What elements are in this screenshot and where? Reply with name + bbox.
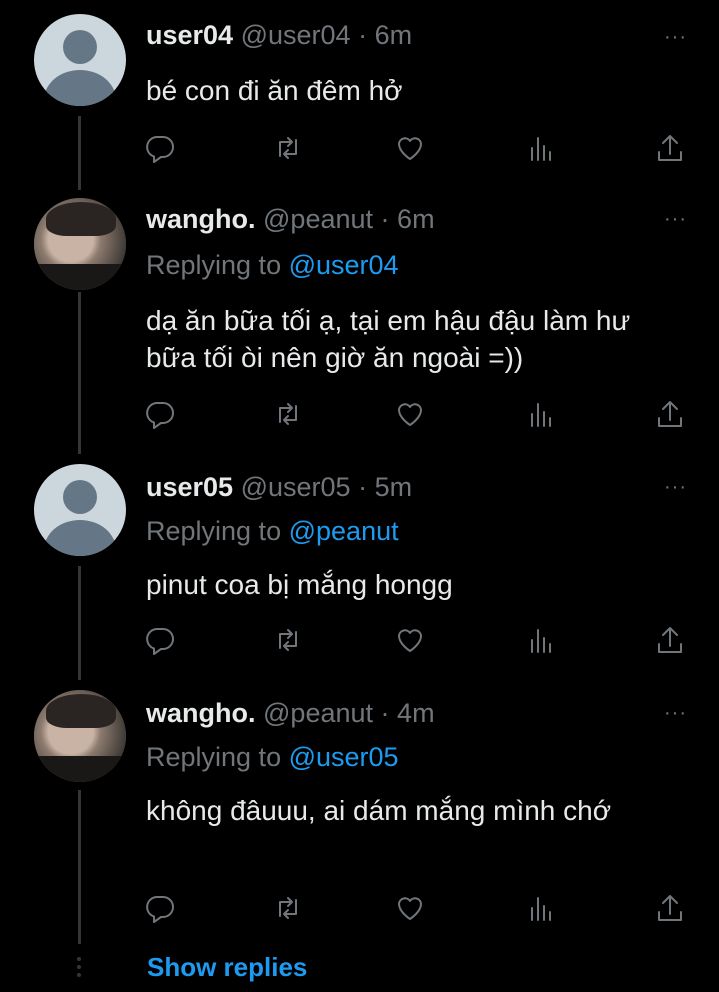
action-bar: [140, 892, 700, 924]
more-options-icon[interactable]: ···: [664, 702, 687, 725]
tweet-text: bé con đi ăn đêm hở: [146, 75, 403, 106]
tweet-text: không đâuuu, ai dám mắng mình chớ: [146, 795, 612, 826]
retweet-icon[interactable]: [272, 624, 306, 656]
share-icon[interactable]: [654, 132, 688, 164]
replying-prefix: Replying to: [146, 742, 282, 772]
separator-dot: ·: [358, 20, 368, 50]
tweet-text: dạ ăn bữa tối ạ, tại em hậu đậu làm hư b…: [146, 305, 631, 373]
tweet-text: pinut coa bị mắng hongg: [146, 569, 453, 600]
more-options-icon[interactable]: ···: [664, 208, 687, 231]
reply-icon[interactable]: [144, 892, 178, 924]
tweet-header: wangho. @peanut · 4m: [146, 698, 435, 729]
timestamp[interactable]: 4m: [397, 698, 435, 728]
mention-link[interactable]: @user05: [289, 742, 399, 772]
avatar[interactable]: [34, 14, 126, 106]
retweet-icon[interactable]: [272, 892, 306, 924]
like-icon[interactable]: [394, 892, 428, 924]
reply-icon[interactable]: [144, 624, 178, 656]
replying-to: Replying to @peanut: [146, 516, 399, 547]
user-handle[interactable]: @peanut: [263, 698, 373, 728]
analytics-icon[interactable]: [524, 624, 558, 656]
tweet[interactable]: wangho. @peanut · 6m ··· Replying to @us…: [0, 190, 719, 454]
reply-icon[interactable]: [144, 398, 178, 430]
display-name[interactable]: wangho.: [146, 204, 256, 234]
separator-dot: ·: [358, 472, 368, 502]
separator-dot: ·: [380, 698, 390, 728]
analytics-icon[interactable]: [524, 892, 558, 924]
replying-prefix: Replying to: [146, 250, 282, 280]
display-name[interactable]: user04: [146, 20, 233, 50]
display-name[interactable]: wangho.: [146, 698, 256, 728]
more-options-icon[interactable]: ···: [664, 26, 687, 49]
separator-dot: ·: [380, 204, 390, 234]
tweet[interactable]: user04 @user04 · 6m ··· bé con đi ăn đêm…: [0, 0, 719, 190]
timestamp[interactable]: 5m: [375, 472, 413, 502]
more-options-icon[interactable]: ···: [664, 476, 687, 499]
avatar[interactable]: [34, 198, 126, 290]
action-bar: [140, 398, 700, 430]
thread-dots: [76, 957, 82, 981]
avatar[interactable]: [34, 464, 126, 556]
user-handle[interactable]: @peanut: [263, 204, 373, 234]
tweet[interactable]: user05 @user05 · 5m ··· Replying to @pea…: [0, 454, 719, 680]
retweet-icon[interactable]: [272, 132, 306, 164]
replying-to: Replying to @user05: [146, 742, 399, 773]
like-icon[interactable]: [394, 398, 428, 430]
tweet-header: user05 @user05 · 5m: [146, 472, 412, 503]
user-handle[interactable]: @user04: [241, 20, 351, 50]
display-name[interactable]: user05: [146, 472, 233, 502]
mention-link[interactable]: @peanut: [289, 516, 399, 546]
retweet-icon[interactable]: [272, 398, 306, 430]
replying-to: Replying to @user04: [146, 250, 399, 281]
show-replies-link[interactable]: Show replies: [147, 952, 307, 983]
like-icon[interactable]: [394, 132, 428, 164]
replying-prefix: Replying to: [146, 516, 282, 546]
like-icon[interactable]: [394, 624, 428, 656]
reply-icon[interactable]: [144, 132, 178, 164]
share-icon[interactable]: [654, 398, 688, 430]
tweet[interactable]: wangho. @peanut · 4m ··· Replying to @us…: [0, 680, 719, 944]
share-icon[interactable]: [654, 624, 688, 656]
user-handle[interactable]: @user05: [241, 472, 351, 502]
timestamp[interactable]: 6m: [397, 204, 435, 234]
action-bar: [140, 624, 700, 656]
analytics-icon[interactable]: [524, 398, 558, 430]
share-icon[interactable]: [654, 892, 688, 924]
timestamp[interactable]: 6m: [375, 20, 413, 50]
tweet-header: wangho. @peanut · 6m: [146, 204, 435, 235]
avatar[interactable]: [34, 690, 126, 782]
analytics-icon[interactable]: [524, 132, 558, 164]
tweet-header: user04 @user04 · 6m: [146, 20, 412, 51]
action-bar: [140, 132, 700, 164]
mention-link[interactable]: @user04: [289, 250, 399, 280]
